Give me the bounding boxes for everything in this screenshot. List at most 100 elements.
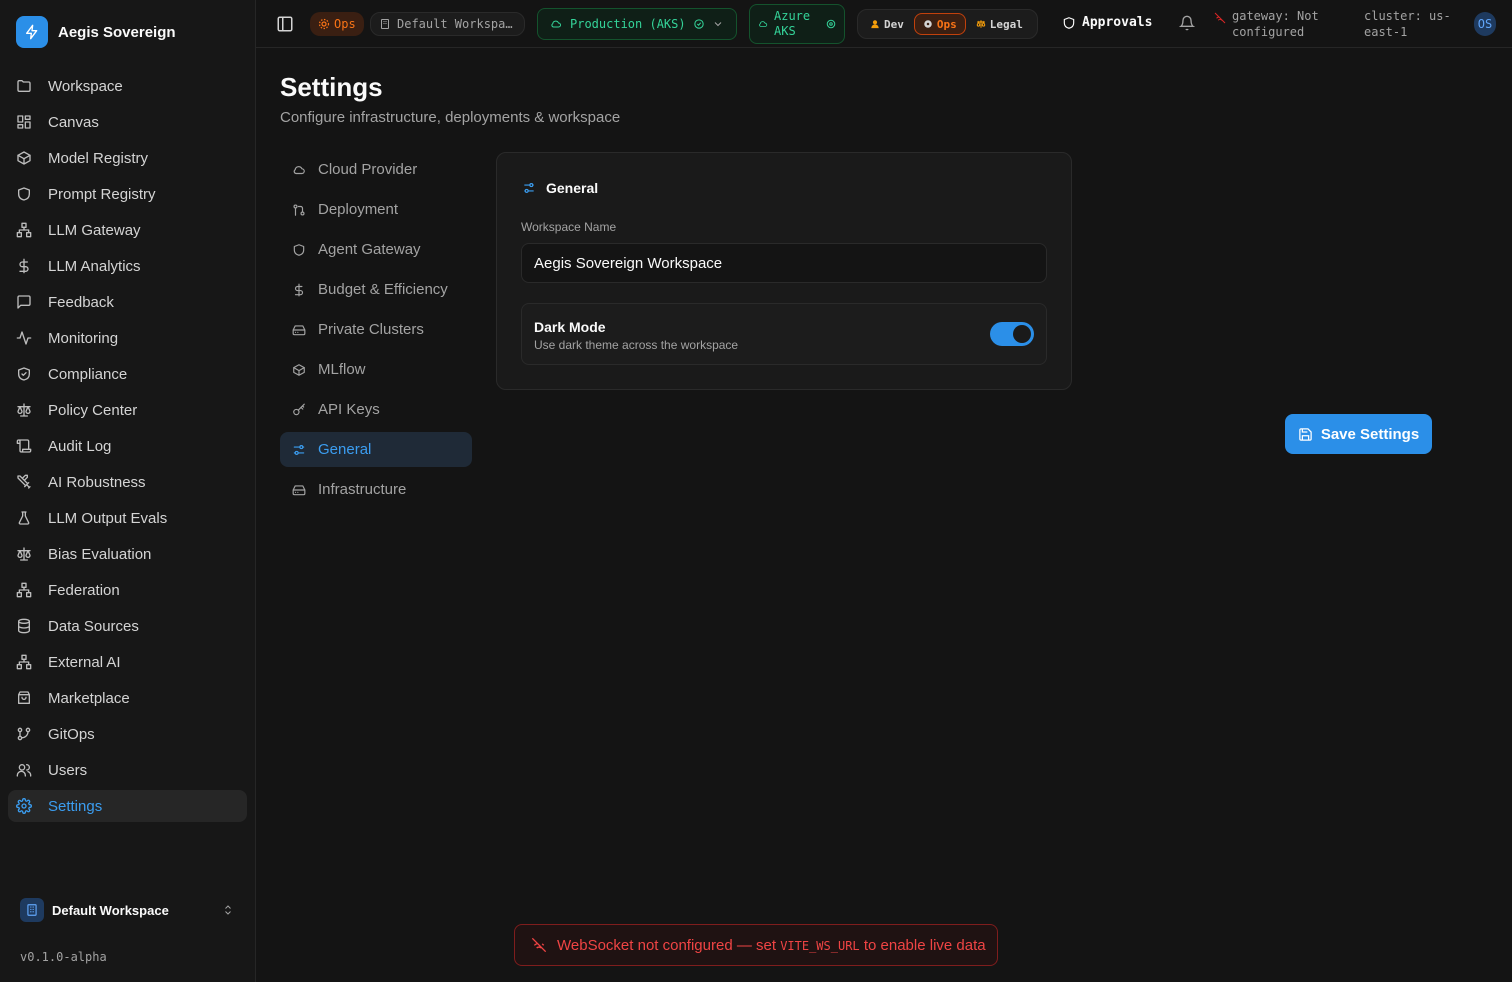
sidebar-item-audit-log[interactable]: Audit Log bbox=[8, 430, 247, 462]
sidebar-toggle-icon[interactable] bbox=[276, 15, 294, 33]
subnav-item-label: Infrastructure bbox=[318, 481, 407, 498]
scale-icon bbox=[976, 19, 986, 29]
sidebar-item-users[interactable]: Users bbox=[8, 754, 247, 786]
cluster-status: cluster: us- east-1 bbox=[1364, 8, 1464, 40]
sidebar-item-prompt-registry[interactable]: Prompt Registry bbox=[8, 178, 247, 210]
role-ops[interactable]: Ops bbox=[913, 13, 966, 35]
dark-mode-row: Dark Mode Use dark theme across the work… bbox=[521, 303, 1047, 365]
cluster-line1: cluster: us- bbox=[1364, 9, 1451, 23]
save-settings-label: Save Settings bbox=[1320, 425, 1420, 443]
cloud-icon bbox=[550, 18, 562, 30]
scale-icon bbox=[16, 402, 32, 418]
gear-icon bbox=[318, 18, 330, 30]
sidebar-item-label: Compliance bbox=[48, 365, 128, 383]
sidebar-item-workspace[interactable]: Workspace bbox=[8, 70, 247, 102]
sidebar-item-monitoring[interactable]: Monitoring bbox=[8, 322, 247, 354]
role-dev[interactable]: Dev bbox=[862, 13, 912, 35]
general-settings-card: General Workspace Name Dark Mode Use dar… bbox=[496, 152, 1072, 390]
save-settings-button[interactable]: Save Settings bbox=[1285, 414, 1432, 454]
dollar-icon bbox=[16, 258, 32, 274]
cloud-provider-chip[interactable]: Azure AKS bbox=[749, 4, 845, 44]
subnav-item-deployment[interactable]: Deployment bbox=[280, 192, 472, 227]
cloud-icon bbox=[292, 163, 306, 177]
wifi-off-icon bbox=[531, 937, 547, 953]
dark-mode-description: Use dark theme across the workspace bbox=[534, 338, 739, 352]
subnav-item-general[interactable]: General bbox=[280, 432, 472, 467]
cloud-icon bbox=[758, 19, 768, 29]
workspace-name-input[interactable] bbox=[521, 243, 1047, 283]
sidebar-item-label: Workspace bbox=[48, 77, 123, 95]
sidebar-item-llm-analytics[interactable]: LLM Analytics bbox=[8, 250, 247, 282]
cluster-line2: east-1 bbox=[1364, 25, 1408, 39]
cloud-provider-text: Azure AKS bbox=[774, 9, 810, 39]
gateway-status: gateway: Not configured bbox=[1214, 8, 1354, 40]
key-icon bbox=[292, 403, 306, 417]
sidebar-item-compliance[interactable]: Compliance bbox=[8, 358, 247, 390]
role-badge[interactable]: Ops bbox=[310, 12, 364, 36]
sidebar-item-label: LLM Gateway bbox=[48, 221, 141, 239]
websocket-warning-toast: WebSocket not configured — set VITE_WS_U… bbox=[514, 924, 998, 966]
sidebar-item-policy-center[interactable]: Policy Center bbox=[8, 394, 247, 426]
box-icon bbox=[16, 150, 32, 166]
drive-icon bbox=[292, 323, 306, 337]
sidebar-item-llm-output-evals[interactable]: LLM Output Evals bbox=[8, 502, 247, 534]
sidebar-item-ai-robustness[interactable]: AI Robustness bbox=[8, 466, 247, 498]
environment-selector[interactable]: Production (AKS) bbox=[537, 8, 737, 40]
sidebar-item-external-ai[interactable]: External AI bbox=[8, 646, 247, 678]
toast-suffix: to enable live data bbox=[863, 936, 986, 954]
subnav-item-budget-and-efficiency[interactable]: Budget & Efficiency bbox=[280, 272, 472, 307]
approvals-button[interactable]: Approvals bbox=[1062, 15, 1152, 30]
sidebar-item-llm-gateway[interactable]: LLM Gateway bbox=[8, 214, 247, 246]
sidebar-item-marketplace[interactable]: Marketplace bbox=[8, 682, 247, 714]
scroll-icon bbox=[16, 438, 32, 454]
sidebar-item-label: Audit Log bbox=[48, 437, 112, 455]
workspace-switcher[interactable]: Default Workspace bbox=[12, 892, 244, 928]
page-title: Settings bbox=[280, 72, 383, 102]
workspace-name-label: Workspace Name bbox=[521, 220, 617, 234]
dark-mode-title: Dark Mode bbox=[534, 319, 606, 335]
sidebar-item-data-sources[interactable]: Data Sources bbox=[8, 610, 247, 642]
toast-message: WebSocket not configured — set VITE_WS_U… bbox=[557, 937, 986, 954]
sidebar-item-federation[interactable]: Federation bbox=[8, 574, 247, 606]
users-icon bbox=[16, 762, 32, 778]
save-icon bbox=[1298, 427, 1313, 442]
grid-icon bbox=[16, 114, 32, 130]
subnav-item-mlflow[interactable]: MLflow bbox=[280, 352, 472, 387]
shield-icon bbox=[292, 243, 306, 257]
subnav-item-cloud-provider[interactable]: Cloud Provider bbox=[280, 152, 472, 187]
bell-icon[interactable] bbox=[1179, 15, 1195, 31]
sidebar-item-gitops[interactable]: GitOps bbox=[8, 718, 247, 750]
brand[interactable]: Aegis Sovereign bbox=[16, 16, 176, 48]
subnav-item-private-clusters[interactable]: Private Clusters bbox=[280, 312, 472, 347]
check-circle-icon bbox=[693, 19, 704, 29]
sidebar-item-label: LLM Analytics bbox=[48, 257, 141, 275]
folder-icon bbox=[16, 78, 32, 94]
subnav-item-api-keys[interactable]: API Keys bbox=[280, 392, 472, 427]
sidebar-item-settings[interactable]: Settings bbox=[8, 790, 247, 822]
role-label: Legal bbox=[989, 17, 1023, 31]
chevron-down-icon bbox=[712, 18, 724, 30]
settings-subnav: Cloud Provider Deployment Agent Gateway Bud… bbox=[280, 152, 472, 512]
sidebar-item-label: AI Robustness bbox=[48, 473, 146, 491]
dark-mode-toggle[interactable] bbox=[990, 322, 1034, 346]
page-subtitle: Configure infrastructure, deployments & … bbox=[280, 109, 621, 126]
role-legal[interactable]: Legal bbox=[968, 13, 1031, 35]
workspace-chip[interactable]: Default Workspa… bbox=[370, 12, 525, 36]
avatar[interactable]: OS bbox=[1474, 12, 1496, 36]
sidebar-item-label: Data Sources bbox=[48, 617, 139, 635]
subnav-item-agent-gateway[interactable]: Agent Gateway bbox=[280, 232, 472, 267]
sidebar-item-bias-evaluation[interactable]: Bias Evaluation bbox=[8, 538, 247, 570]
sidebar-item-feedback[interactable]: Feedback bbox=[8, 286, 247, 318]
sidebar-item-model-registry[interactable]: Model Registry bbox=[8, 142, 247, 174]
subnav-item-infrastructure[interactable]: Infrastructure bbox=[280, 472, 472, 507]
sidebar-item-label: Model Registry bbox=[48, 149, 149, 167]
sidebar-item-canvas[interactable]: Canvas bbox=[8, 106, 247, 138]
role-label: Ops bbox=[936, 17, 957, 31]
sidebar-item-label: Policy Center bbox=[48, 401, 138, 419]
sidebar-item-label: Feedback bbox=[48, 293, 114, 311]
chevrons-up-down-icon bbox=[222, 904, 234, 916]
network-icon bbox=[16, 222, 32, 238]
building-icon bbox=[379, 18, 391, 30]
user-icon bbox=[870, 19, 880, 29]
subnav-item-label: API Keys bbox=[318, 401, 380, 418]
